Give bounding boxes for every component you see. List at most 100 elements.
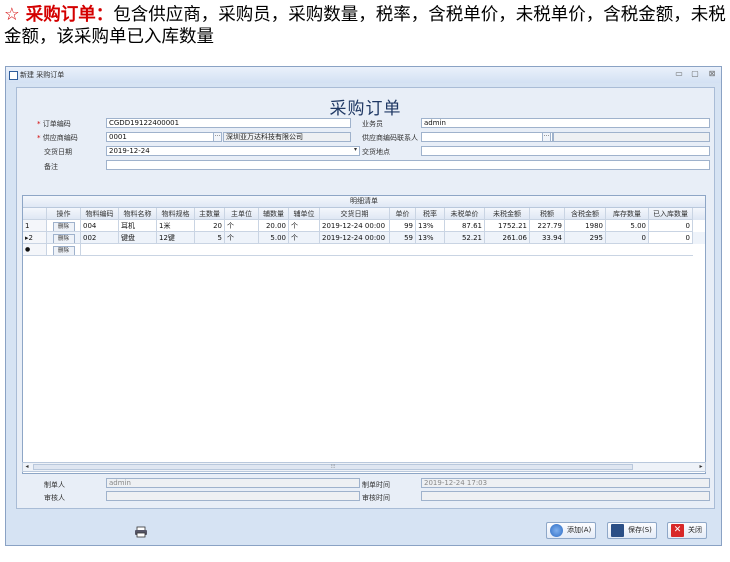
close-icon: ✕ bbox=[671, 524, 684, 537]
column-header[interactable]: 物料规格 bbox=[157, 208, 195, 220]
new-row[interactable]: ● 删除 bbox=[23, 244, 705, 256]
purchase-order-window: 新建 采购订单 ▭ ▢ ⊠ 采购订单 * 订单编码 CGDD1912240000… bbox=[5, 66, 722, 546]
grid-horizontal-scrollbar[interactable]: ◂ ⁝⁝⁝ ▸ bbox=[22, 462, 706, 472]
column-header[interactable]: 已入库数量 bbox=[649, 208, 693, 220]
new-row-cells[interactable] bbox=[81, 244, 693, 256]
table-row[interactable]: ▸2 删除 002 键盘 12键 5 个 5.00 个 2019-12-24 0… bbox=[23, 232, 705, 244]
column-header[interactable]: 辅单位 bbox=[289, 208, 320, 220]
scroll-right-icon[interactable]: ▸ bbox=[697, 463, 705, 471]
delete-button[interactable]: 删除 bbox=[52, 246, 75, 255]
save-button-label: 保存(S) bbox=[628, 526, 652, 534]
cell-spec[interactable]: 12键 bbox=[157, 232, 195, 244]
save-button[interactable]: 保存(S) bbox=[607, 522, 657, 539]
cell-qty[interactable]: 5 bbox=[195, 232, 225, 244]
supplier-contact-input[interactable] bbox=[421, 132, 553, 142]
cell-gross-amount[interactable]: 295 bbox=[565, 232, 606, 244]
cell-unit[interactable]: 个 bbox=[225, 232, 259, 244]
cell-net-amount[interactable]: 1752.21 bbox=[485, 220, 530, 232]
supplier-name-field: 深圳亚万达科技有限公司 bbox=[223, 132, 351, 142]
save-icon bbox=[611, 524, 624, 537]
window-icon bbox=[9, 71, 18, 80]
form-title: 采购订单 bbox=[329, 99, 402, 119]
cell-code[interactable]: 004 bbox=[81, 220, 119, 232]
column-header[interactable]: 税额 bbox=[530, 208, 565, 220]
salesperson-input[interactable]: admin bbox=[421, 118, 710, 128]
cell-tax-rate[interactable]: 13% bbox=[416, 232, 445, 244]
delete-button[interactable]: 删除 bbox=[52, 234, 75, 243]
review-time-field bbox=[421, 491, 710, 501]
column-header[interactable]: 未税单价 bbox=[445, 208, 485, 220]
cell-gross-amount[interactable]: 1980 bbox=[565, 220, 606, 232]
cell-net-price[interactable]: 52.21 bbox=[445, 232, 485, 244]
cell-spec[interactable]: 1米 bbox=[157, 220, 195, 232]
supplier-code-label: * 供应商编码 bbox=[37, 134, 78, 142]
close-window-button[interactable]: ⊠ bbox=[707, 69, 717, 79]
add-button-label: 添加(A) bbox=[567, 526, 592, 534]
row-indicator: 1 bbox=[23, 220, 47, 232]
cell-received[interactable]: 0 bbox=[649, 220, 693, 232]
column-header[interactable]: 操作 bbox=[47, 208, 81, 220]
column-header[interactable]: 主单位 bbox=[225, 208, 259, 220]
maximize-button[interactable]: ▢ bbox=[690, 69, 700, 79]
cell-date[interactable]: 2019-12-24 00:00 bbox=[320, 232, 390, 244]
cell-aux-unit[interactable]: 个 bbox=[289, 232, 320, 244]
delete-button[interactable]: 删除 bbox=[52, 222, 75, 231]
cell-tax-rate[interactable]: 13% bbox=[416, 220, 445, 232]
scroll-left-icon[interactable]: ◂ bbox=[23, 463, 31, 471]
delivery-place-input[interactable] bbox=[421, 146, 710, 156]
column-header[interactable]: 辅数量 bbox=[259, 208, 289, 220]
cell-date[interactable]: 2019-12-24 00:00 bbox=[320, 220, 390, 232]
order-code-input[interactable]: CGDD19122400001 bbox=[106, 118, 351, 128]
star-icon: ☆ bbox=[4, 5, 20, 25]
cell-aux-qty[interactable]: 5.00 bbox=[259, 232, 289, 244]
cell-aux-unit[interactable]: 个 bbox=[289, 220, 320, 232]
cell-price[interactable]: 99 bbox=[390, 220, 416, 232]
cell-code[interactable]: 002 bbox=[81, 232, 119, 244]
minimize-button[interactable]: ▭ bbox=[674, 69, 684, 79]
supplier-code-input[interactable]: 0001 bbox=[106, 132, 214, 142]
cell-received[interactable]: 0 bbox=[649, 232, 693, 244]
window-titlebar: 新建 采购订单 ▭ ▢ ⊠ bbox=[6, 67, 721, 83]
column-header[interactable]: 主数量 bbox=[195, 208, 225, 220]
creator-field: admin bbox=[106, 478, 360, 488]
cell-name[interactable]: 耳机 bbox=[119, 220, 157, 232]
close-button-label: 关闭 bbox=[688, 526, 702, 534]
cell-net-amount[interactable]: 261.06 bbox=[485, 232, 530, 244]
cell-aux-qty[interactable]: 20.00 bbox=[259, 220, 289, 232]
delivery-date-label: 交货日期 bbox=[44, 148, 72, 156]
delivery-place-label: 交货地点 bbox=[362, 148, 390, 156]
contact-lookup-button[interactable]: ··· bbox=[542, 132, 551, 142]
cell-net-price[interactable]: 87.61 bbox=[445, 220, 485, 232]
reviewer-field bbox=[106, 491, 360, 501]
cell-tax[interactable]: 227.79 bbox=[530, 220, 565, 232]
cell-tax[interactable]: 33.94 bbox=[530, 232, 565, 244]
delivery-date-input[interactable]: 2019-12-24 bbox=[106, 146, 360, 156]
column-header[interactable]: 未税金额 bbox=[485, 208, 530, 220]
grid-header-row: 操作 物料编码 物料名称 物料规格 主数量 主单位 辅数量 辅单位 交货日期 单… bbox=[23, 208, 705, 220]
remark-input[interactable] bbox=[106, 160, 710, 170]
column-header[interactable]: 单价 bbox=[390, 208, 416, 220]
salesperson-label: 业务员 bbox=[362, 120, 383, 128]
column-header[interactable]: 含税金额 bbox=[565, 208, 606, 220]
scroll-thumb[interactable]: ⁝⁝⁝ bbox=[33, 464, 633, 470]
column-header[interactable]: 库存数量 bbox=[606, 208, 649, 220]
table-row[interactable]: 1 删除 004 耳机 1米 20 个 20.00 个 2019-12-24 0… bbox=[23, 220, 705, 232]
cell-name[interactable]: 键盘 bbox=[119, 232, 157, 244]
caption-highlight: 采购订单： bbox=[25, 5, 114, 25]
add-button[interactable]: 添加(A) bbox=[546, 522, 597, 539]
supplier-lookup-button[interactable]: ··· bbox=[213, 132, 222, 142]
column-header[interactable]: 物料编码 bbox=[81, 208, 119, 220]
cell-price[interactable]: 59 bbox=[390, 232, 416, 244]
cell-unit[interactable]: 个 bbox=[225, 220, 259, 232]
printer-icon[interactable] bbox=[134, 523, 148, 538]
cell-stock[interactable]: 5.00 bbox=[606, 220, 649, 232]
close-button[interactable]: ✕ 关闭 bbox=[667, 522, 707, 539]
cell-qty[interactable]: 20 bbox=[195, 220, 225, 232]
column-header[interactable]: 交货日期 bbox=[320, 208, 390, 220]
creator-label: 制单人 bbox=[44, 481, 65, 489]
row-indicator: ▸2 bbox=[23, 232, 47, 244]
date-dropdown-icon[interactable]: ▾ bbox=[351, 146, 360, 156]
column-header[interactable]: 物料名称 bbox=[119, 208, 157, 220]
cell-stock[interactable]: 0 bbox=[606, 232, 649, 244]
column-header[interactable]: 税率 bbox=[416, 208, 445, 220]
